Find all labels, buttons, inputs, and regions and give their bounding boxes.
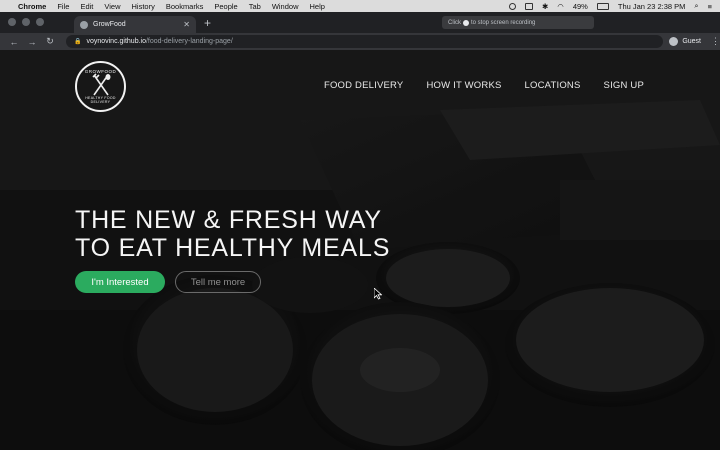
menu-file[interactable]: File xyxy=(57,2,69,11)
hero-buttons: I'm Interested Tell me more xyxy=(75,271,261,293)
clock[interactable]: Thu Jan 23 2:38 PM xyxy=(618,2,686,11)
nav-locations[interactable]: LOCATIONS xyxy=(525,80,581,91)
tab-growfood[interactable]: GrowFood ✕ xyxy=(74,16,196,33)
recording-indicator[interactable]: Click to stop screen recording xyxy=(442,16,594,29)
recording-prefix: Click xyxy=(448,19,461,26)
hero-line-1: THE NEW & FRESH WAY xyxy=(75,206,382,234)
bluetooth-icon[interactable]: ✱ xyxy=(542,2,548,11)
menu-history[interactable]: History xyxy=(132,2,155,11)
battery-percent: 49% xyxy=(572,1,588,11)
menu-bookmarks[interactable]: Bookmarks xyxy=(166,2,204,11)
mac-menubar: Chrome File Edit View History Bookmarks … xyxy=(0,0,720,12)
battery-icon[interactable] xyxy=(596,2,609,10)
profile-button[interactable]: Guest xyxy=(669,37,701,46)
close-tab-icon[interactable]: ✕ xyxy=(183,20,190,29)
favicon-icon xyxy=(80,20,88,29)
main-nav: FOOD DELIVERY HOW IT WORKS LOCATIONS SIG… xyxy=(324,80,644,91)
menu-tab[interactable]: Tab xyxy=(249,2,261,11)
tell-me-more-button[interactable]: Tell me more xyxy=(175,271,261,293)
menu-help[interactable]: Help xyxy=(310,2,325,11)
toolbar: ← → ↻ 🔒 voynovinc.github.io /food-delive… xyxy=(0,33,720,50)
address-bar[interactable]: 🔒 voynovinc.github.io /food-delivery-lan… xyxy=(65,35,664,48)
control-center-icon[interactable]: ≡ xyxy=(708,2,712,11)
minimize-window-button[interactable] xyxy=(22,18,30,26)
wifi-icon[interactable]: ◠ xyxy=(557,2,564,11)
zoom-window-button[interactable] xyxy=(36,18,44,26)
menu-people[interactable]: People xyxy=(214,2,237,11)
menu-window[interactable]: Window xyxy=(272,2,299,11)
recording-suffix: to stop screen recording xyxy=(471,19,536,26)
new-tab-button[interactable]: + xyxy=(204,16,211,30)
logo-tagline: HEALTHY FOOD DELIVERY xyxy=(85,96,116,104)
menu-edit[interactable]: Edit xyxy=(80,2,93,11)
nav-how-it-works[interactable]: HOW IT WORKS xyxy=(426,80,501,91)
chrome-menu-icon[interactable]: ⋮ xyxy=(711,36,720,47)
back-icon[interactable]: ← xyxy=(6,37,22,47)
window-controls xyxy=(0,18,54,33)
tab-strip: GrowFood ✕ + Click to stop screen record… xyxy=(0,12,720,33)
hero-heading: THE NEW & FRESH WAY TO EAT HEALTHY MEALS xyxy=(75,206,390,262)
reload-icon[interactable]: ↻ xyxy=(42,36,58,47)
avatar-icon xyxy=(669,37,679,46)
url-host: voynovinc.github.io xyxy=(86,38,146,45)
page-viewport: GROWFOOD HEALTHY FOOD DELIVERY FOOD DELI… xyxy=(0,50,720,450)
search-icon[interactable]: ⌕ xyxy=(694,1,698,11)
site-logo[interactable]: GROWFOOD HEALTHY FOOD DELIVERY xyxy=(75,61,126,112)
screen-icon[interactable] xyxy=(525,2,533,10)
tab-title: GrowFood xyxy=(93,21,126,28)
hero-line-2: TO EAT HEALTHY MEALS xyxy=(75,234,391,262)
stop-recording-icon xyxy=(463,19,469,26)
nav-food-delivery[interactable]: FOOD DELIVERY xyxy=(324,80,404,91)
mouse-cursor-icon xyxy=(374,288,382,300)
close-window-button[interactable] xyxy=(8,18,16,26)
interested-button[interactable]: I'm Interested xyxy=(75,271,165,293)
menu-view[interactable]: View xyxy=(104,2,120,11)
record-status-icon[interactable] xyxy=(509,2,516,10)
url-path: /food-delivery-landing-page/ xyxy=(145,38,233,45)
lock-icon[interactable]: 🔒 xyxy=(74,38,81,45)
nav-sign-up[interactable]: SIGN UP xyxy=(604,80,644,91)
forward-icon[interactable]: → xyxy=(24,37,40,47)
menu-app-name[interactable]: Chrome xyxy=(18,2,46,11)
profile-label: Guest xyxy=(682,38,701,45)
